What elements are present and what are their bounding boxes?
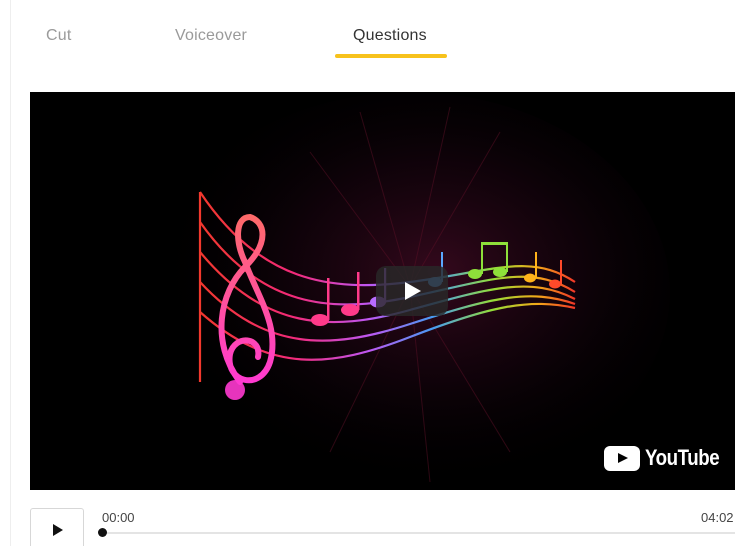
tab-cut[interactable]: Cut <box>46 27 72 45</box>
tab-voiceover[interactable]: Voiceover <box>175 27 247 45</box>
seek-thumb[interactable] <box>98 528 107 537</box>
tab-questions[interactable]: Questions <box>353 27 427 45</box>
tab-bar: Cut Voiceover Questions <box>0 0 735 70</box>
active-tab-indicator <box>335 54 447 58</box>
video-play-overlay-button[interactable] <box>376 266 448 316</box>
youtube-wordmark: YouTube <box>645 445 720 470</box>
video-questions-page: Cut Voiceover Questions YouTube 00:00 04… <box>0 0 735 546</box>
audio-player-controls: 00:00 04:02 <box>0 490 735 546</box>
current-time: 00:00 <box>102 510 135 525</box>
seek-track[interactable] <box>102 532 735 534</box>
play-icon <box>405 282 421 300</box>
duration-time: 04:02 <box>701 510 734 525</box>
video-player[interactable]: YouTube <box>30 92 735 490</box>
youtube-play-icon <box>604 445 640 471</box>
youtube-logo[interactable]: YouTube <box>604 444 732 472</box>
left-divider <box>10 0 11 546</box>
play-button[interactable] <box>30 508 84 546</box>
play-icon <box>53 524 63 536</box>
